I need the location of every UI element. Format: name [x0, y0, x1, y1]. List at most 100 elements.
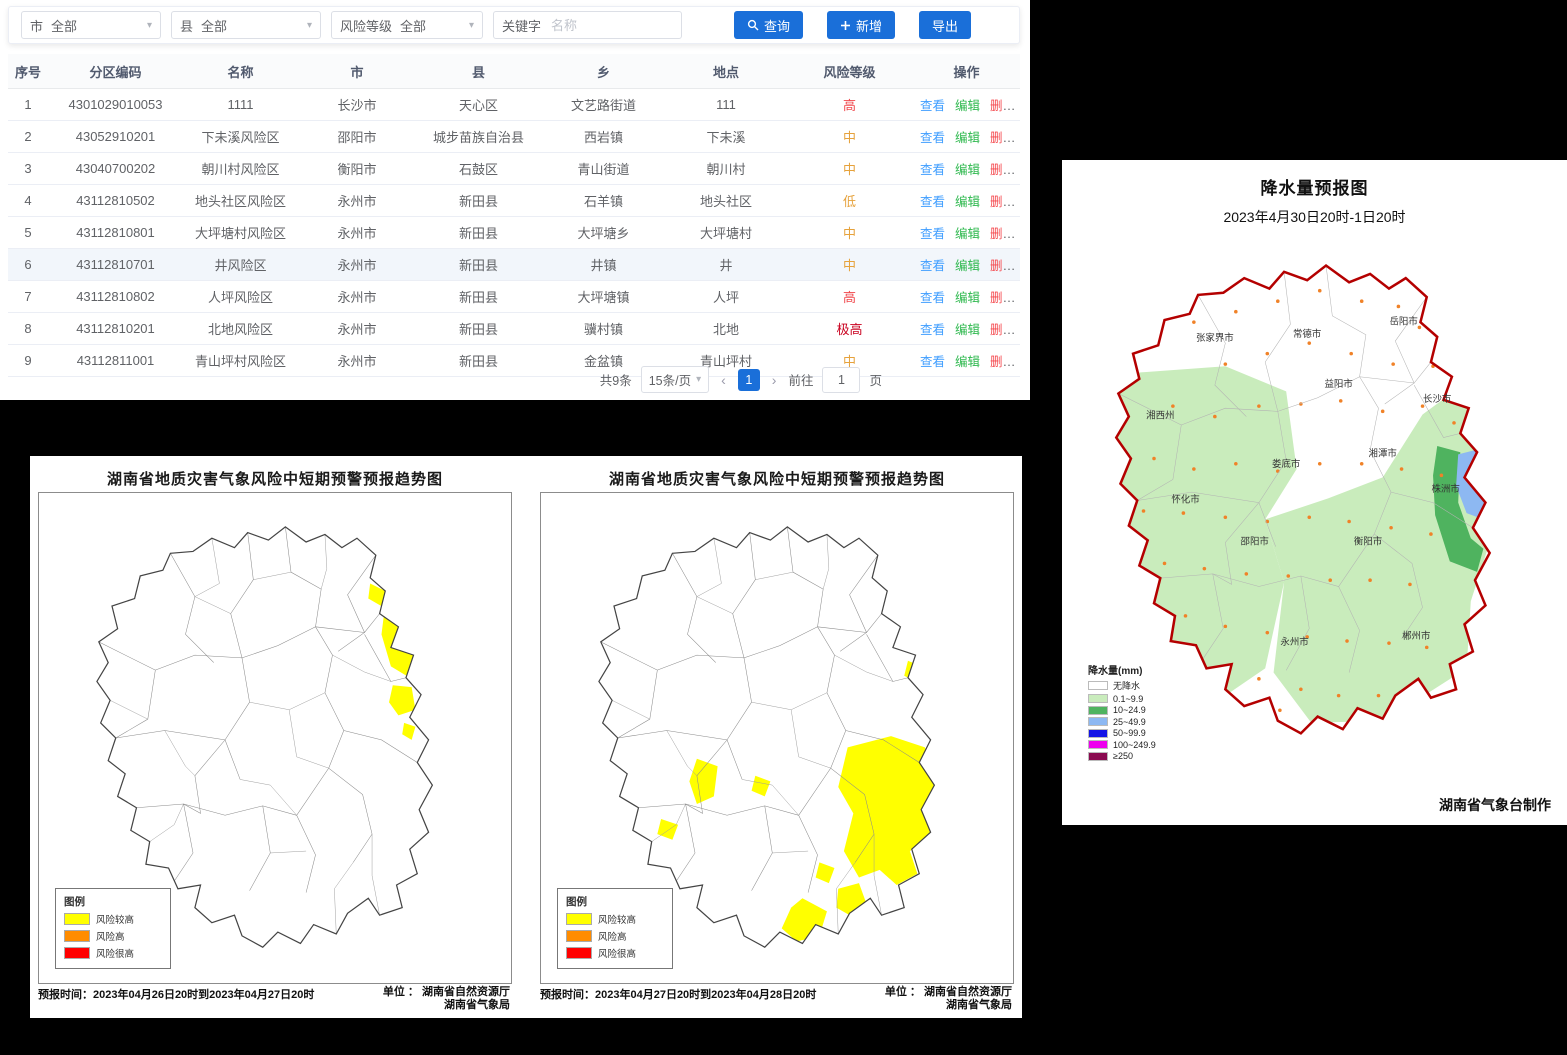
trend-map-frame: 图例 风险较高 风险高 风险很高	[540, 492, 1014, 984]
edit-link[interactable]: 编辑	[955, 195, 980, 209]
view-link[interactable]: 查看	[920, 259, 945, 273]
delete-link[interactable]: 删除	[990, 131, 1015, 145]
export-button[interactable]: 导出	[919, 11, 971, 39]
map-credit: 湖南省气象台制作	[1439, 795, 1551, 815]
goto-page-input[interactable]	[822, 367, 860, 393]
forecast-time: 预报时间：2023年04月27日20时到2023年04月28日20时	[540, 986, 816, 1002]
legend-swatch	[566, 947, 592, 959]
view-link[interactable]: 查看	[920, 355, 945, 369]
province-shape	[599, 527, 934, 947]
risk-badge: 低	[786, 185, 913, 217]
legend-swatch	[1088, 706, 1108, 715]
forecast-time: 预报时间：2023年04月26日20时到2023年04月27日20时	[38, 986, 314, 1002]
legend: 图例 风险较高 风险高 风险很高	[55, 888, 171, 969]
svg-text:邵阳市: 邵阳市	[1241, 536, 1269, 548]
issuing-unit: 单位 ： 湖南省自然资源厅 湖南省气象局	[885, 986, 1014, 1012]
view-link[interactable]: 查看	[920, 291, 945, 305]
delete-link[interactable]: 删除	[990, 323, 1015, 337]
precip-map-panel: 降水量预报图 2023年4月30日20时-1日20时 张家界市 常德市 岳阳市 …	[1062, 160, 1567, 825]
county-filter-label: 县	[180, 16, 193, 35]
page-size-select[interactable]: 15条/页 ▾	[641, 366, 709, 393]
svg-text:张家界市: 张家界市	[1196, 332, 1234, 344]
delete-link[interactable]: 删除	[990, 355, 1015, 369]
legend-swatch	[1088, 729, 1108, 738]
chevron-down-icon: ▾	[307, 20, 312, 31]
edit-link[interactable]: 编辑	[955, 355, 980, 369]
edit-link[interactable]: 编辑	[955, 227, 980, 241]
goto-label: 前往	[788, 370, 813, 389]
trend-map-footer: 预报时间：2023年04月27日20时到2023年04月28日20时 单位 ： …	[540, 986, 1014, 1014]
table-row: 643112810701 井风险区永州市 新田县井镇 井中 查看编辑删除	[8, 249, 1020, 281]
trend-map-card-2: 湖南省地质灾害气象风险中短期预警预报趋势图 图例	[538, 460, 1016, 1014]
city-select[interactable]: 市 全部 ▾	[21, 11, 161, 39]
rain-intense-spot	[1475, 454, 1488, 467]
delete-link[interactable]: 删除	[990, 291, 1015, 305]
view-link[interactable]: 查看	[920, 163, 945, 177]
table-row: 14301029010053 1111长沙市 天心区文艺路街道 111高 查看编…	[8, 89, 1020, 121]
legend-swatch	[1088, 681, 1108, 690]
svg-text:娄底市: 娄底市	[1272, 458, 1300, 470]
delete-link[interactable]: 删除	[990, 195, 1015, 209]
risk-badge: 中	[786, 217, 913, 249]
legend-swatch	[566, 913, 592, 925]
legend: 图例 风险较高 风险高 风险很高	[557, 888, 673, 969]
svg-text:益阳市: 益阳市	[1324, 378, 1352, 390]
edit-link[interactable]: 编辑	[955, 99, 980, 113]
table-header-row: 序号 分区编码 名称 市 县 乡 地点 风险等级 操作	[8, 54, 1020, 89]
svg-text:株洲市: 株洲市	[1431, 483, 1459, 495]
edit-link[interactable]: 编辑	[955, 291, 980, 305]
edit-link[interactable]: 编辑	[955, 323, 980, 337]
trend-map-title: 湖南省地质灾害气象风险中短期预警预报趋势图	[538, 468, 1016, 489]
risk-badge: 中	[786, 249, 913, 281]
precip-map-title: 降水量预报图	[1062, 160, 1567, 199]
table-row: 843112810201 北地风险区永州市 新田县骥村镇 北地极高 查看编辑删除	[8, 313, 1020, 345]
legend-swatch	[1088, 717, 1108, 726]
view-link[interactable]: 查看	[920, 195, 945, 209]
risk-zone-table: 序号 分区编码 名称 市 县 乡 地点 风险等级 操作 143010290100…	[8, 54, 1020, 377]
rain-light	[1110, 366, 1297, 695]
edit-link[interactable]: 编辑	[955, 163, 980, 177]
svg-text:衡阳市: 衡阳市	[1354, 536, 1382, 548]
rain-extreme-spot	[1481, 452, 1486, 457]
svg-text:湘潭市: 湘潭市	[1369, 447, 1397, 459]
risk-badge: 极高	[786, 313, 913, 345]
table-row: 343040700202 朝川村风险区衡阳市 石鼓区青山街道 朝川村中 查看编辑…	[8, 153, 1020, 185]
prev-page-button[interactable]: ‹	[718, 372, 729, 388]
edit-link[interactable]: 编辑	[955, 131, 980, 145]
view-link[interactable]: 查看	[920, 99, 945, 113]
next-page-button[interactable]: ›	[769, 372, 780, 388]
delete-link[interactable]: 删除	[990, 163, 1015, 177]
precip-legend: 降水量(mm) 无降水 0.1~9.9 10~24.9 25~49.9 50~9…	[1082, 658, 1162, 767]
chevron-down-icon: ▾	[147, 20, 152, 31]
trend-map-card-1: 湖南省地质灾害气象风险中短期预警预报趋势图 图例 风险较高 风险高 风险很高	[36, 460, 514, 1014]
edit-link[interactable]: 编辑	[955, 259, 980, 273]
city-filter-label: 市	[30, 16, 43, 35]
search-button[interactable]: 查询	[734, 11, 803, 39]
legend-swatch	[64, 947, 90, 959]
svg-text:长沙市: 长沙市	[1423, 393, 1451, 405]
risk-level-select[interactable]: 风险等级 全部 ▾	[331, 11, 483, 39]
view-link[interactable]: 查看	[920, 131, 945, 145]
svg-text:湘西州: 湘西州	[1146, 410, 1174, 422]
page-number-button[interactable]: 1	[738, 369, 760, 391]
legend-swatch	[64, 913, 90, 925]
keyword-label: 关键字	[502, 16, 541, 35]
delete-link[interactable]: 删除	[990, 227, 1015, 241]
keyword-input[interactable]	[549, 17, 673, 34]
chevron-down-icon: ▾	[696, 374, 701, 385]
delete-link[interactable]: 删除	[990, 99, 1015, 113]
add-button[interactable]: 新增	[827, 11, 895, 39]
keyword-field: 关键字	[493, 11, 682, 39]
view-link[interactable]: 查看	[920, 227, 945, 241]
legend-swatch	[566, 930, 592, 942]
issuing-unit: 单位 ： 湖南省自然资源厅 湖南省气象局	[383, 986, 512, 1012]
table-row: 443112810502 地头社区风险区永州市 新田县石羊镇 地头社区低 查看编…	[8, 185, 1020, 217]
svg-text:岳阳市: 岳阳市	[1389, 315, 1417, 327]
pagination: 共9条 15条/页 ▾ ‹ 1 › 前往 页	[600, 366, 882, 393]
delete-link[interactable]: 删除	[990, 259, 1015, 273]
legend-swatch	[1088, 752, 1108, 761]
view-link[interactable]: 查看	[920, 323, 945, 337]
legend-swatch	[64, 930, 90, 942]
table-row: 543112810801 大坪塘村风险区永州市 新田县大坪塘乡 大坪塘村中 查看…	[8, 217, 1020, 249]
county-select[interactable]: 县 全部 ▾	[171, 11, 321, 39]
